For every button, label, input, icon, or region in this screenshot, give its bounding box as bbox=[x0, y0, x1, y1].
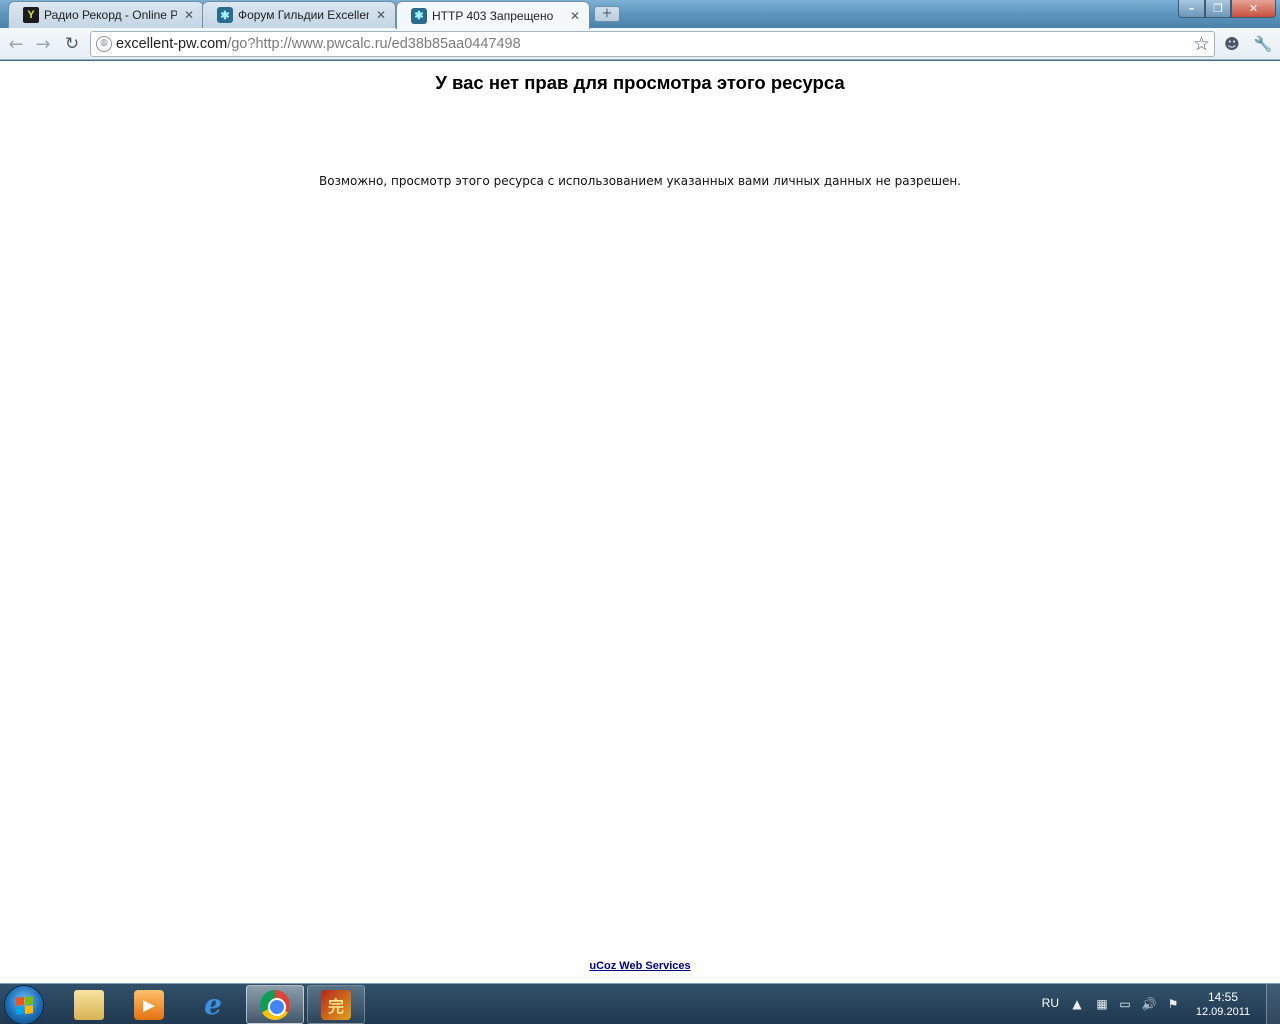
tab-title: Радио Рекорд - Online Pl... bbox=[44, 8, 177, 22]
maximize-button[interactable]: ❐ bbox=[1205, 0, 1231, 18]
taskbar-internet-explorer[interactable]: e bbox=[184, 985, 242, 1024]
settings-button[interactable]: 🔧 bbox=[1252, 33, 1274, 55]
taskbar-media-player[interactable]: ▶ bbox=[120, 985, 178, 1024]
internet-explorer-icon: e bbox=[204, 988, 222, 1021]
ucoz-web-services-link[interactable]: uCoz Web Services bbox=[589, 960, 690, 972]
wrench-icon: 🔧 bbox=[1253, 35, 1273, 53]
system-tray: RU ▲ ▦ ▭ 🔊 ⚑ 14:55 12.09.2011 bbox=[1020, 984, 1280, 1024]
tab-forum-excellent[interactable]: ✱ Форум Гильдии Excellent ✕ bbox=[202, 1, 396, 28]
address-bar[interactable]: ◍ excellent-pw.com/go?http://www.pwcalc.… bbox=[90, 31, 1215, 57]
clock[interactable]: 14:55 12.09.2011 bbox=[1193, 990, 1253, 1020]
url-path: /go?http://www.pwcalc.ru/ed38b85aa044749… bbox=[227, 36, 521, 52]
tab-radio-record[interactable]: Y Радио Рекорд - Online Pl... ✕ bbox=[8, 1, 204, 28]
extension-button[interactable]: ☻ bbox=[1221, 33, 1243, 55]
reload-button[interactable]: ↻ bbox=[61, 33, 83, 55]
network-tray-icon[interactable]: ▦ bbox=[1094, 996, 1110, 1012]
back-button[interactable]: ← bbox=[5, 33, 27, 55]
window-controls: – ❐ ✕ bbox=[1178, 0, 1276, 18]
browser-toolbar: ← → ↻ ◍ excellent-pw.com/go?http://www.p… bbox=[0, 28, 1280, 60]
language-indicator[interactable]: RU bbox=[1042, 996, 1059, 1010]
taskbar-chrome[interactable] bbox=[246, 985, 304, 1024]
tab-title: HTTP 403 Запрещено bbox=[432, 8, 554, 23]
globe-icon: ◍ bbox=[96, 36, 112, 52]
clock-date: 12.09.2011 bbox=[1195, 1006, 1251, 1018]
minimize-button[interactable]: – bbox=[1178, 0, 1205, 18]
error-message: Возможно, просмотр этого ресурса с испол… bbox=[319, 174, 961, 188]
folder-icon bbox=[74, 989, 104, 1020]
show-hidden-icons-icon[interactable]: ▲ bbox=[1069, 996, 1085, 1012]
tab-close-icon[interactable]: ✕ bbox=[569, 9, 581, 23]
chrome-icon bbox=[260, 989, 290, 1020]
ucoz-icon: ✱ bbox=[411, 7, 427, 24]
game-icon: 完 bbox=[321, 989, 351, 1020]
address-url: excellent-pw.com/go?http://www.pwcalc.ru… bbox=[116, 36, 521, 52]
page-footer: uCoz Web Services bbox=[0, 960, 1280, 972]
ucoz-icon: ✱ bbox=[217, 7, 233, 23]
tab-title: Форум Гильдии Excellent bbox=[238, 8, 369, 22]
show-desktop-button[interactable] bbox=[1266, 984, 1280, 1024]
volume-icon[interactable]: 🔊 bbox=[1141, 996, 1157, 1012]
forward-button[interactable]: → bbox=[32, 33, 54, 55]
taskbar-explorer[interactable] bbox=[60, 985, 118, 1024]
taskbar-game[interactable]: 完 bbox=[307, 985, 365, 1024]
action-center-flag-icon[interactable]: ⚑ bbox=[1165, 996, 1181, 1012]
close-window-button[interactable]: ✕ bbox=[1231, 0, 1276, 18]
extension-icon: ☻ bbox=[1224, 35, 1240, 53]
window-titlebar: Y Радио Рекорд - Online Pl... ✕ ✱ Форум … bbox=[0, 0, 1280, 29]
windows-logo-icon bbox=[15, 995, 33, 1015]
tab-close-icon[interactable]: ✕ bbox=[183, 8, 195, 22]
page-title: У вас нет прав для просмотра этого ресур… bbox=[435, 72, 845, 93]
media-player-icon: ▶ bbox=[134, 989, 164, 1020]
arrow-right-icon: → bbox=[35, 33, 51, 55]
arrow-left-icon: ← bbox=[8, 33, 24, 55]
display-tray-icon[interactable]: ▭ bbox=[1117, 996, 1133, 1012]
radio-record-icon: Y bbox=[23, 7, 39, 23]
clock-time: 14:55 bbox=[1207, 990, 1239, 1004]
url-domain: excellent-pw.com bbox=[116, 36, 228, 52]
page-content: У вас нет прав для просмотра этого ресур… bbox=[0, 61, 1280, 983]
tab-close-icon[interactable]: ✕ bbox=[375, 8, 387, 22]
taskbar: ▶ e 完 RU ▲ ▦ ▭ 🔊 ⚑ 14:55 12.09.2011 bbox=[0, 983, 1280, 1024]
new-tab-button[interactable]: + bbox=[594, 6, 620, 22]
start-button[interactable] bbox=[4, 985, 44, 1024]
reload-icon: ↻ bbox=[64, 34, 80, 54]
bookmark-star-icon[interactable]: ☆ bbox=[1193, 33, 1210, 55]
tab-http-403[interactable]: ✱ HTTP 403 Запрещено ✕ bbox=[396, 1, 590, 29]
